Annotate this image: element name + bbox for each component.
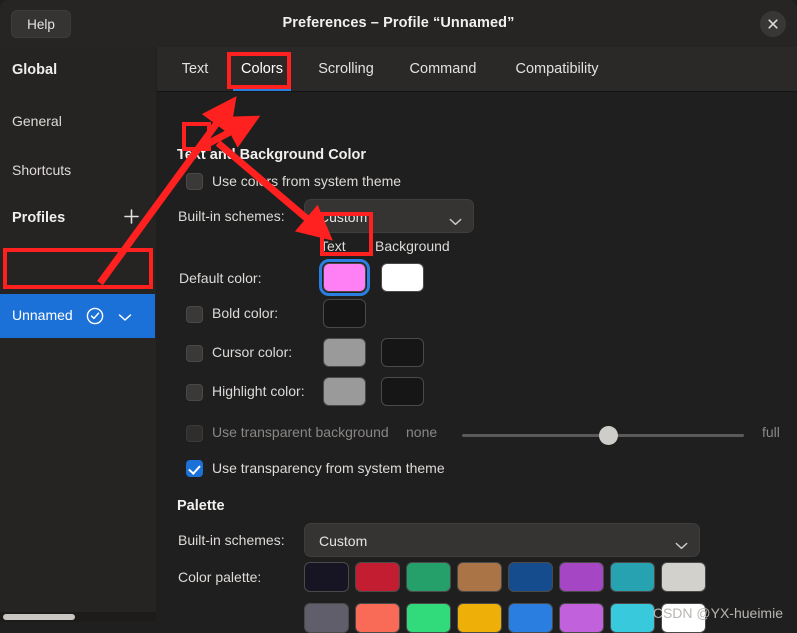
help-button[interactable]: Help: [11, 10, 71, 38]
cursor-color-checkbox[interactable]: [186, 345, 203, 362]
tab-command[interactable]: Command: [395, 47, 491, 91]
preferences-window: Preferences – Profile “Unnamed” Help Glo…: [0, 0, 797, 633]
palette-swatch[interactable]: [406, 562, 451, 592]
annotation-rect-default-color-swatch: [320, 212, 373, 256]
transparency-slider[interactable]: [462, 426, 744, 445]
window-title: Preferences – Profile “Unnamed”: [282, 15, 515, 31]
highlight-text-color-swatch[interactable]: [323, 377, 366, 406]
bold-text-color-swatch[interactable]: [323, 299, 366, 328]
palette-swatch[interactable]: [661, 562, 706, 592]
palette-builtin-schemes-value: Custom: [319, 533, 368, 549]
bold-color-label: Bold color:: [212, 305, 279, 321]
sidebar-header-profiles: Profiles: [12, 210, 66, 226]
palette-swatch[interactable]: [457, 603, 502, 633]
chevron-down-glyph: [118, 314, 132, 321]
plus-icon: [124, 209, 139, 224]
cursor-background-color-swatch[interactable]: [381, 338, 424, 367]
highlight-background-color-swatch[interactable]: [381, 377, 424, 406]
chevron-down-glyph: [449, 218, 462, 225]
palette-swatch[interactable]: [355, 562, 400, 592]
chevron-down-glyph: [675, 542, 688, 549]
use-transparent-background-label: Use transparent background: [212, 424, 389, 440]
colors-pane: Text and Background Color Use colors fro…: [157, 92, 797, 633]
scrollbar-thumb[interactable]: [3, 614, 75, 620]
tab-compatibility[interactable]: Compatibility: [497, 47, 617, 91]
palette-swatch[interactable]: [610, 603, 655, 633]
palette-swatch[interactable]: [559, 562, 604, 592]
cursor-color-label: Cursor color:: [212, 344, 293, 360]
cursor-text-color-swatch[interactable]: [323, 338, 366, 367]
title-bar: Preferences – Profile “Unnamed” Help: [0, 0, 797, 47]
annotation-rect-unnamed-profile: [3, 248, 153, 289]
sidebar-header-global: Global: [12, 62, 58, 78]
transparency-slider-knob[interactable]: [599, 426, 619, 445]
profile-name-label: Unnamed: [12, 307, 73, 323]
use-system-theme-checkbox[interactable]: [186, 173, 203, 190]
transparency-from-theme-label: Use transparency from system theme: [212, 460, 445, 476]
palette-swatch[interactable]: [457, 562, 502, 592]
tab-scrolling[interactable]: Scrolling: [303, 47, 389, 91]
palette-swatch[interactable]: [304, 603, 349, 633]
sidebar: Global General Shortcuts Profiles Unname…: [0, 47, 156, 622]
highlight-color-checkbox[interactable]: [186, 384, 203, 401]
watermark: CSDN @YX-hueimie: [652, 605, 783, 621]
sidebar-item-profile-unnamed[interactable]: Unnamed: [0, 294, 155, 338]
palette-swatch[interactable]: [508, 562, 553, 592]
palette-builtin-schemes-label: Built-in schemes:: [178, 532, 285, 548]
check-circle-icon[interactable]: [86, 307, 104, 325]
color-palette-label: Color palette:: [178, 569, 262, 585]
annotation-rect-colors-tab: [227, 52, 291, 89]
use-system-theme-label: Use colors from system theme: [212, 173, 402, 189]
column-header-background: Background: [375, 238, 450, 254]
palette-swatch[interactable]: [406, 603, 451, 633]
highlight-color-label: Highlight color:: [212, 383, 305, 399]
palette-swatch[interactable]: [610, 562, 655, 592]
transparency-max-label: full: [762, 424, 780, 440]
transparency-min-label: none: [406, 424, 438, 440]
check-circle-glyph: [86, 307, 104, 325]
default-color-label: Default color:: [179, 270, 262, 286]
builtin-schemes-label: Built-in schemes:: [178, 208, 285, 224]
sidebar-item-general[interactable]: General: [0, 113, 168, 129]
bold-color-checkbox[interactable]: [186, 306, 203, 323]
chevron-down-icon: [449, 213, 462, 225]
default-background-color-swatch[interactable]: [381, 263, 424, 292]
transparency-from-theme-checkbox[interactable]: [186, 460, 203, 477]
sidebar-horizontal-scrollbar[interactable]: [0, 612, 156, 622]
chevron-down-icon: [675, 537, 688, 549]
default-text-color-swatch[interactable]: [319, 259, 370, 296]
add-profile-button[interactable]: [123, 208, 140, 229]
annotation-rect-system-theme-checkbox: [182, 122, 211, 151]
close-icon[interactable]: [760, 11, 786, 37]
use-transparent-background-checkbox[interactable]: [186, 425, 203, 442]
palette-swatch[interactable]: [508, 603, 553, 633]
palette-builtin-schemes-select[interactable]: Custom: [304, 523, 700, 557]
profile-menu-chevron-down-icon[interactable]: [118, 309, 132, 321]
content-area: Text Colors Scrolling Command Compatibil…: [157, 47, 797, 633]
palette-swatch[interactable]: [355, 603, 400, 633]
close-glyph: [768, 19, 778, 29]
section-title-palette: Palette: [177, 498, 225, 514]
palette-swatch[interactable]: [559, 603, 604, 633]
sidebar-item-shortcuts[interactable]: Shortcuts: [0, 162, 168, 178]
tab-text[interactable]: Text: [167, 47, 223, 91]
palette-swatch[interactable]: [304, 562, 349, 592]
